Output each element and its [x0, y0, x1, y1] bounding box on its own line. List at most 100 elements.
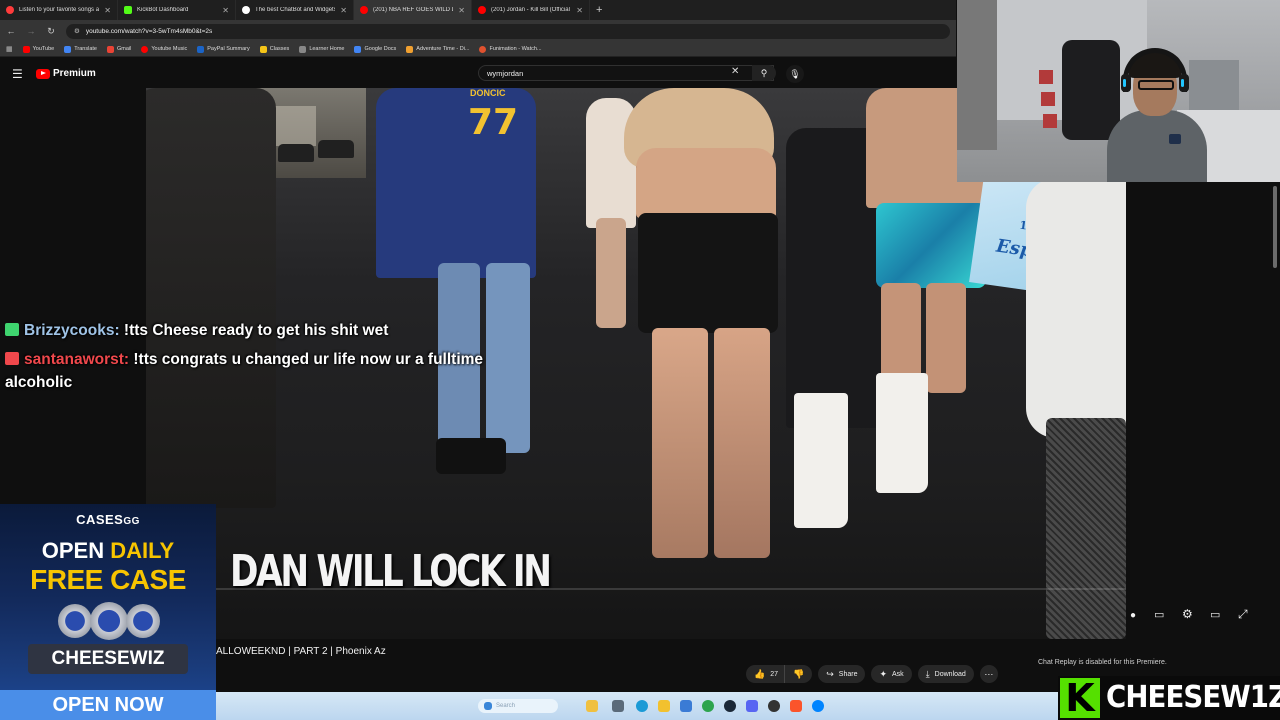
browser-tab[interactable]: The best ChatBot and Widgets ✕: [236, 0, 354, 20]
page-scrollbar[interactable]: [1273, 186, 1277, 268]
bookmark-google-docs[interactable]: Google Docs: [354, 45, 396, 53]
subtitles-icon[interactable]: ▭: [1154, 608, 1164, 621]
learner-icon: [299, 45, 307, 53]
video-progress-bar[interactable]: [146, 588, 1126, 590]
tab-favicon: [124, 6, 132, 14]
paypal-icon: [197, 45, 205, 53]
steam-icon[interactable]: [724, 700, 736, 712]
edge-icon[interactable]: [636, 700, 648, 712]
share-label: Share: [838, 670, 858, 678]
bookmark-classes[interactable]: Classes: [259, 45, 290, 53]
bookmark-adventure-time[interactable]: Adventure Time - Di...: [406, 45, 469, 53]
video-scene-car: [318, 140, 354, 158]
windows-start-icon[interactable]: [484, 702, 492, 710]
close-icon[interactable]: ✕: [104, 6, 111, 15]
funimation-icon: [479, 45, 487, 53]
settings-gear-icon[interactable]: ⚙: [1182, 607, 1193, 621]
chat-username: santanaworst:: [24, 351, 130, 368]
chrome-icon[interactable]: [702, 700, 714, 712]
address-bar-row: ← → ↻ ⚙ youtube.com/watch?v=3-5wTm4sMb0&…: [0, 20, 956, 42]
forward-icon[interactable]: →: [26, 26, 36, 36]
messenger-icon[interactable]: [812, 700, 824, 712]
headphone-led: [1181, 79, 1184, 87]
folder-icon: [259, 45, 267, 53]
bookmark-translate[interactable]: Translate: [64, 45, 97, 53]
ad-logo-text: CASES: [76, 512, 124, 527]
new-tab-button[interactable]: +: [590, 4, 608, 16]
browser-tab[interactable]: Listen to your favorite songs and ✕: [0, 0, 118, 20]
autoplay-toggle-icon[interactable]: ●: [1130, 610, 1136, 621]
close-icon[interactable]: ✕: [340, 6, 347, 15]
search-button[interactable]: ⚲: [752, 65, 776, 81]
youtube-logo[interactable]: Premium: [36, 68, 96, 79]
close-icon[interactable]: ✕: [458, 6, 465, 15]
adventure-time-icon: [406, 45, 414, 53]
bookmark-funimation[interactable]: Funimation - Watch...: [479, 45, 542, 53]
browser-tab[interactable]: (201) Jordan - Kill Bill (Official M ✕: [472, 0, 590, 20]
apps-grid-icon[interactable]: ▦: [6, 45, 13, 53]
chat-message: Brizzycooks: !tts Cheese ready to get hi…: [5, 319, 388, 342]
file-explorer-icon[interactable]: [658, 700, 670, 712]
ask-button[interactable]: ✦ Ask: [871, 665, 912, 683]
menu-icon[interactable]: ☰: [12, 67, 23, 81]
clear-search-icon[interactable]: ✕: [731, 66, 739, 77]
bookmark-label: Classes: [269, 46, 290, 52]
ad-headline-b: DAILY: [110, 538, 175, 563]
tab-favicon: [478, 6, 486, 14]
bookmark-youtube[interactable]: YouTube: [22, 45, 54, 53]
reload-icon[interactable]: ↻: [46, 26, 56, 37]
task-view-icon[interactable]: [612, 700, 624, 712]
bookmark-learner-home[interactable]: Learner Home: [299, 45, 344, 53]
webcam-box: [1039, 70, 1053, 84]
browser-tab-active[interactable]: (201) NBA REF GOES WILD DUI ✕: [354, 0, 472, 20]
url-field[interactable]: ⚙ youtube.com/watch?v=3-5wTm4sMb0&t=2s: [66, 23, 950, 39]
tab-favicon: [6, 6, 14, 14]
close-icon[interactable]: ✕: [576, 6, 583, 15]
download-label: Download: [934, 670, 966, 678]
video-scene-legs: [1046, 418, 1126, 639]
brave-icon[interactable]: [790, 700, 802, 712]
search-value: wymjordan: [487, 68, 524, 78]
watch-icon: [90, 602, 128, 640]
browser-tab[interactable]: KickBot Dashboard ✕: [118, 0, 236, 20]
widgets-icon[interactable]: [586, 700, 598, 712]
share-button[interactable]: ↪ Share: [818, 665, 866, 683]
fullscreen-icon[interactable]: ⤢: [1238, 607, 1248, 622]
ask-label: Ask: [892, 670, 904, 678]
theater-mode-icon[interactable]: ▭: [1210, 608, 1220, 621]
obs-icon[interactable]: [768, 700, 780, 712]
search-icon: ⚲: [760, 67, 768, 78]
dislike-button[interactable]: 👎: [784, 665, 813, 683]
download-button[interactable]: ⤓ Download: [917, 665, 974, 683]
more-actions-button[interactable]: ⋯: [979, 665, 998, 683]
store-icon[interactable]: [680, 700, 692, 712]
ad-cta-button[interactable]: OPEN NOW: [0, 690, 216, 720]
share-icon: ↪: [826, 668, 834, 679]
voice-search-button[interactable]: 🎙: [786, 65, 804, 83]
ad-logo: CASESGG: [0, 512, 216, 527]
page-background-right: ● ▭ ⚙ ▭ ⤢: [1126, 182, 1280, 639]
discord-icon[interactable]: [746, 700, 758, 712]
ad-headline-a: OPEN: [41, 538, 111, 563]
chat-username: Brizzycooks:: [24, 322, 120, 339]
sparkle-icon: ✦: [879, 668, 888, 679]
bookmark-gmail[interactable]: Gmail: [106, 45, 131, 53]
bookmark-youtube-music[interactable]: Youtube Music: [141, 45, 187, 53]
like-button[interactable]: 👍 27: [746, 665, 785, 683]
chat-text: !tts Cheese ready to get his shit wet: [119, 322, 389, 339]
sponsor-ad[interactable]: CASESGG OPEN DAILY FREE CASE CHEESEWIZ O…: [0, 504, 216, 720]
thumbs-down-icon: 👎: [793, 668, 805, 679]
more-horizontal-icon: ⋯: [984, 668, 994, 679]
tab-label: (201) Jordan - Kill Bill (Official M: [491, 7, 572, 13]
bookmark-paypal[interactable]: PayPal Summary: [197, 45, 250, 53]
watch-icon: [58, 604, 92, 638]
back-icon[interactable]: ←: [6, 26, 16, 36]
video-title: ALLOWEEKND | PART 2 | Phoenix Az: [216, 646, 386, 657]
bookmark-label: Funimation - Watch...: [489, 46, 542, 52]
docs-icon: [354, 45, 362, 53]
search-input[interactable]: wymjordan: [478, 65, 774, 81]
gmail-icon: [106, 45, 114, 53]
site-info-icon[interactable]: ⚙: [74, 27, 80, 35]
ad-subheadline: FREE CASE: [30, 564, 186, 595]
close-icon[interactable]: ✕: [222, 6, 229, 15]
